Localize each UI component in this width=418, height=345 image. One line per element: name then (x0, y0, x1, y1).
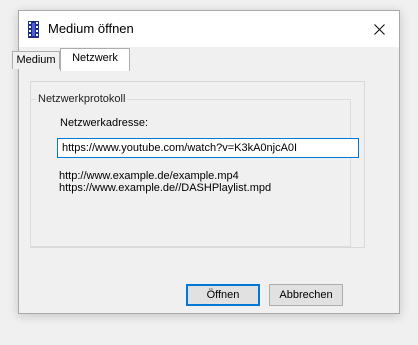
example-url-1: http://www.example.de/example.mp4 (59, 170, 239, 182)
network-address-input[interactable] (57, 138, 359, 158)
tab-medium[interactable]: Medium (12, 51, 60, 69)
tab-netzwerk[interactable]: Netzwerk (60, 48, 130, 71)
film-strip-icon (28, 21, 39, 38)
cancel-button[interactable]: Abbrechen (269, 284, 343, 306)
window-title: Medium öffnen (48, 21, 134, 36)
address-label: Netzwerkadresse: (60, 117, 149, 129)
close-icon (373, 23, 385, 35)
open-button[interactable]: Öffnen (186, 284, 260, 306)
close-button[interactable] (359, 11, 399, 47)
example-url-2: https://www.example.de//DASHPlaylist.mpd (59, 182, 272, 194)
group-title: Netzwerkprotokoll (36, 93, 128, 105)
title-bar[interactable]: Medium öffnen (19, 11, 399, 47)
